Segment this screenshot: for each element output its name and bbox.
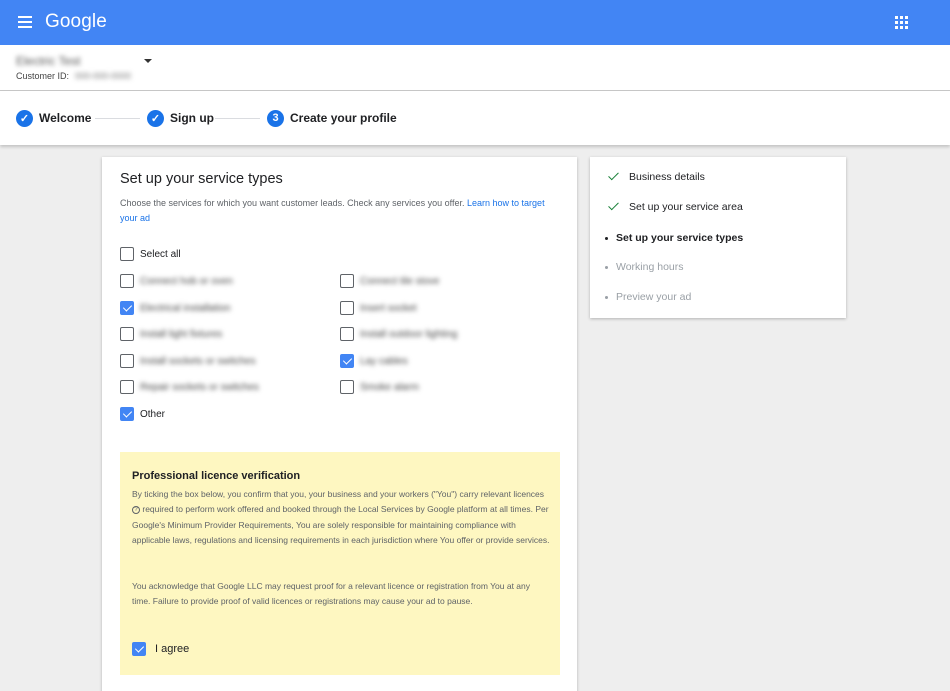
service-checkbox[interactable]: Smoke alarm <box>340 380 419 394</box>
checkbox-box[interactable] <box>340 301 354 315</box>
bullet-icon <box>605 295 608 299</box>
service-checkbox[interactable]: Connect tile stove <box>340 274 440 288</box>
sidebar-item-working-hours[interactable]: Working hours <box>605 261 684 273</box>
step-connector <box>95 118 140 119</box>
sidebar-item-label: Business details <box>629 171 705 183</box>
agree-label: I agree <box>155 643 190 655</box>
sidebar-item-label: Working hours <box>616 261 684 273</box>
google-logo[interactable]: Google <box>45 11 107 33</box>
checkbox-box[interactable] <box>120 274 134 288</box>
help-icon[interactable]: ? <box>132 506 140 515</box>
service-checkbox[interactable]: Install sockets or switches <box>120 354 256 368</box>
sidebar-item-label: Set up your service area <box>629 201 743 213</box>
licence-paragraph-2: You acknowledge that Google LLC may requ… <box>132 581 531 607</box>
select-all-checkbox[interactable]: Select all <box>120 247 181 261</box>
service-checkbox[interactable]: Connect hob or oven <box>120 274 233 288</box>
service-label: Smoke alarm <box>360 381 419 393</box>
customer-id-label: Customer ID: <box>16 71 70 81</box>
checkbox-box[interactable] <box>120 354 134 368</box>
checkbox-box[interactable] <box>120 407 134 421</box>
checkbox-box[interactable] <box>340 327 354 341</box>
service-label: Insert socket <box>360 302 417 314</box>
checkbox-box[interactable] <box>340 274 354 288</box>
sidebar-item-business-details[interactable]: Business details <box>608 171 705 183</box>
sidebar-item-service-types[interactable]: Set up your service types <box>605 232 743 244</box>
licence-text: By ticking the box below, you confirm th… <box>132 489 545 499</box>
step-create-profile: 3 Create your profile <box>267 108 397 128</box>
step-complete-icon: ✓ <box>147 109 164 127</box>
page-title: Set up your service types <box>120 171 283 187</box>
checkbox-box[interactable] <box>132 642 146 656</box>
account-dropdown-icon[interactable] <box>144 59 152 63</box>
step-label: Welcome <box>39 111 92 125</box>
service-checkbox[interactable]: Repair sockets or switches <box>120 380 259 394</box>
apps-grid-icon[interactable] <box>895 16 908 29</box>
service-label: Install outdoor lighting <box>360 328 458 340</box>
licence-verification-box: Professional licence verification By tic… <box>120 452 560 675</box>
service-label: Connect tile stove <box>360 275 440 287</box>
progress-sidebar: Business details Set up your service are… <box>590 157 846 318</box>
service-checkbox[interactable]: Install outdoor lighting <box>340 327 457 341</box>
checkbox-box[interactable] <box>340 380 354 394</box>
step-sign-up: ✓ Sign up <box>147 108 214 128</box>
step-label: Create your profile <box>290 111 397 125</box>
progress-stepper: ✓ Welcome ✓ Sign up 3 Create your profil… <box>0 91 950 145</box>
sidebar-item-label: Preview your ad <box>616 291 692 303</box>
description-text: Choose the services for which you want c… <box>120 198 465 208</box>
app-header: Google <box>0 0 950 45</box>
sidebar-item-label: Set up your service types <box>616 232 744 244</box>
step-connector <box>215 118 260 119</box>
licence-paragraph-1: By ticking the box below, you confirm th… <box>132 487 550 548</box>
service-checkbox[interactable]: Insert socket <box>340 301 417 315</box>
checkbox-box[interactable] <box>120 327 134 341</box>
licence-text: required to perform work offered and boo… <box>132 504 550 545</box>
checkbox-label: Other <box>140 408 166 420</box>
card-description: Choose the services for which you want c… <box>120 196 560 226</box>
step-number-icon: 3 <box>267 109 284 127</box>
step-complete-icon: ✓ <box>16 109 33 127</box>
checkbox-box[interactable] <box>120 247 134 261</box>
customer-id-value: 000-000-0000 <box>75 71 132 81</box>
service-types-card: Set up your service types Choose the ser… <box>102 157 577 691</box>
checkbox-label: Select all <box>140 248 181 260</box>
checkbox-box[interactable] <box>120 301 134 315</box>
sidebar-item-preview-ad[interactable]: Preview your ad <box>605 291 691 303</box>
step-welcome: ✓ Welcome <box>16 108 91 128</box>
bullet-icon <box>605 236 608 240</box>
service-checkbox[interactable]: Install light fixtures <box>120 327 222 341</box>
agree-checkbox[interactable]: I agree <box>132 642 189 656</box>
other-checkbox[interactable]: Other <box>120 407 165 421</box>
service-label: Electrical installation <box>140 302 231 314</box>
account-bar: Electric Test Customer ID: 000-000-0000 <box>0 45 950 91</box>
checkbox-box[interactable] <box>340 354 354 368</box>
service-label: Install sockets or switches <box>140 355 256 367</box>
account-name[interactable]: Electric Test <box>16 54 80 68</box>
service-label: Connect hob or oven <box>140 275 233 287</box>
checkbox-box[interactable] <box>120 380 134 394</box>
service-label: Repair sockets or switches <box>140 381 259 393</box>
check-icon <box>608 203 621 211</box>
service-checkbox[interactable]: Electrical installation <box>120 301 231 315</box>
bullet-icon <box>605 265 608 269</box>
check-icon <box>608 173 621 181</box>
licence-title: Professional licence verification <box>132 470 301 482</box>
service-checkbox[interactable]: Lay cables <box>340 354 408 368</box>
service-label: Install light fixtures <box>140 328 223 340</box>
sidebar-item-service-area[interactable]: Set up your service area <box>608 201 743 213</box>
step-label: Sign up <box>170 111 214 125</box>
service-label: Lay cables <box>360 355 408 367</box>
hamburger-menu-icon[interactable] <box>18 16 32 28</box>
